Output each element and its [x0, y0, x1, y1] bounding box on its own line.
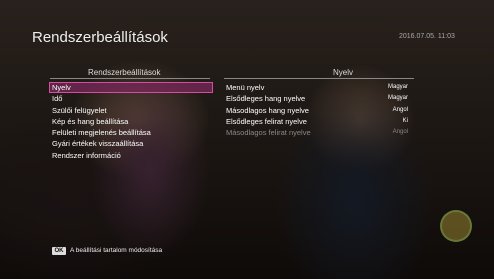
language-settings-list: Menü nyelv Magyar Elsődleges hang nyelve… [226, 82, 408, 138]
setting-label: Másodlagos hang nyelve [226, 105, 309, 115]
setting-row-elsodleges-hang[interactable]: Elsődleges hang nyelve Magyar [226, 93, 408, 104]
menu-divider [50, 78, 210, 79]
setting-label: Elsődleges felirat nyelve [226, 116, 307, 126]
clock-datetime: 2016.07.05. 11:03 [399, 33, 455, 40]
menu-item-rendszer-informacio[interactable]: Rendszer információ [52, 150, 151, 161]
setting-value: Magyar [387, 84, 408, 90]
setting-row-menu-nyelv[interactable]: Menü nyelv Magyar [226, 82, 408, 93]
menu-item-szuloi-felugyelet[interactable]: Szülői felügyelet [52, 105, 151, 116]
setting-label: Menü nyelv [226, 83, 265, 92]
menu-item-gyari-ertekek[interactable]: Gyári értékek visszaállítása [52, 138, 151, 149]
menu-item-kep-es-hang[interactable]: Kép és hang beállítása [52, 116, 151, 127]
submenu-divider [224, 78, 414, 79]
page-title: Rendszerbeállítások [32, 29, 168, 46]
menu-item-ido[interactable]: Idő [52, 93, 151, 104]
footer-hint: A beállítási tartalom módosítása [70, 247, 163, 254]
setting-label: Elsődleges hang nyelve [226, 94, 306, 104]
menu-item-nyelv[interactable]: Nyelv [52, 82, 151, 93]
setting-value: Ki [402, 117, 408, 124]
setting-value: Angol [392, 129, 408, 136]
ok-key-icon: OK [52, 247, 66, 255]
setting-value: Magyar [387, 95, 408, 102]
setting-row-masodlagos-hang[interactable]: Másodlagos hang nyelve Angol [226, 105, 408, 116]
setting-label: Másodlagos felirat nyelve [226, 128, 311, 138]
setting-value: Angol [392, 106, 408, 113]
menu-item-feluleti-megjelenes[interactable]: Felületi megjelenés beállítása [52, 127, 151, 138]
settings-menu-list: Nyelv Idő Szülői felügyelet Kép és hang … [52, 82, 151, 161]
setting-row-elsodleges-felirat[interactable]: Elsődleges felirat nyelve Ki [226, 116, 408, 127]
submenu-header: Nyelv [333, 68, 354, 77]
channel-logo-badge [440, 210, 472, 242]
menu-header: Rendszerbeállítások [88, 68, 161, 77]
setting-row-masodlagos-felirat: Másodlagos felirat nyelve Angol [226, 127, 408, 138]
